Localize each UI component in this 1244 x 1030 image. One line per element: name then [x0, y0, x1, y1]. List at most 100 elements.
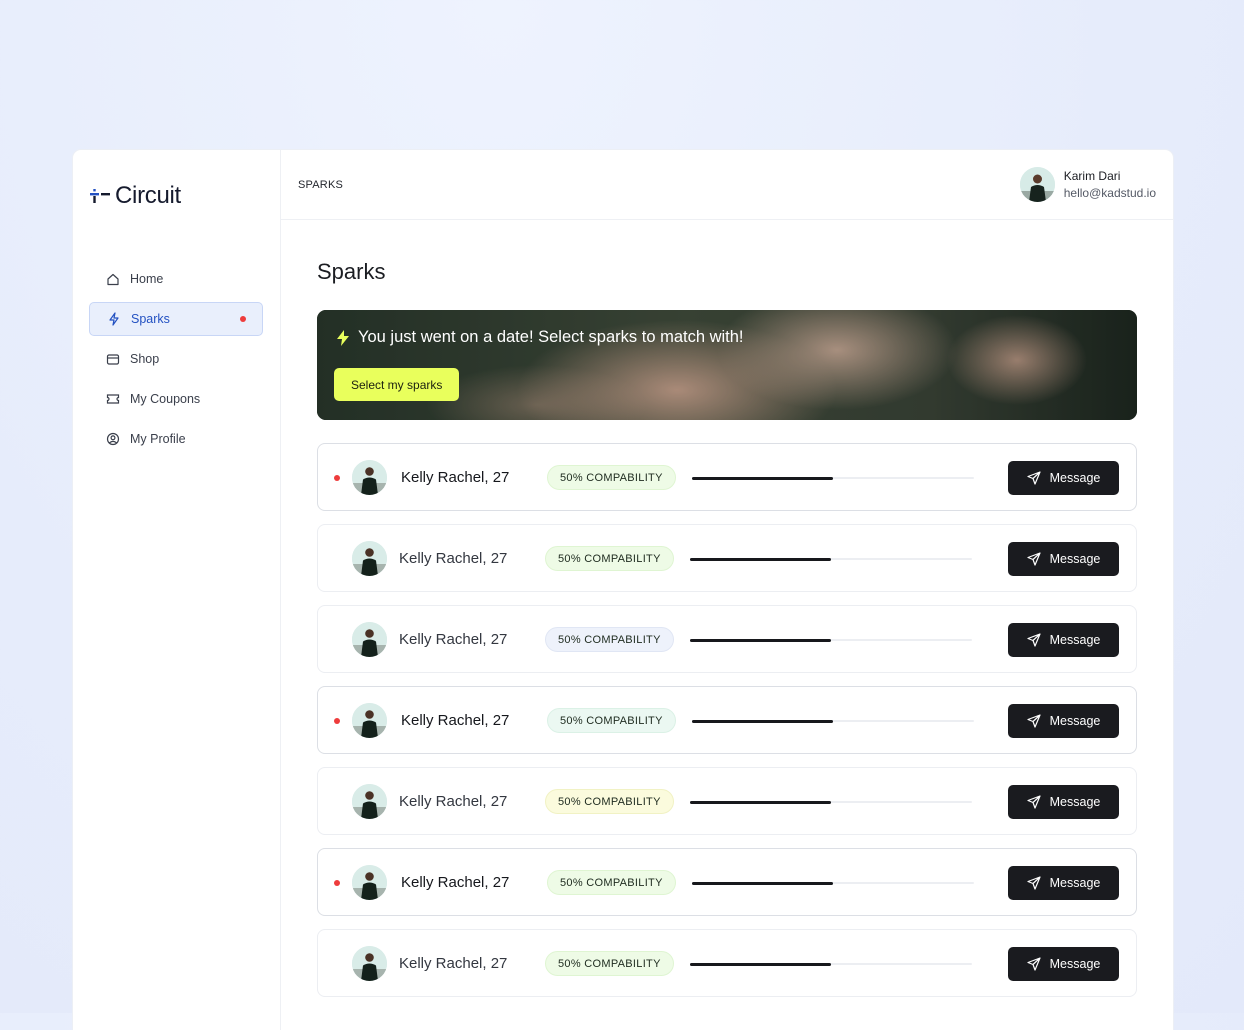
compatibility-bar: [692, 476, 974, 480]
compatibility-bar: [690, 638, 972, 642]
coupon-icon: [106, 394, 120, 404]
message-button-label: Message: [1049, 552, 1101, 566]
logo-icon: [90, 189, 110, 203]
home-icon: [107, 273, 119, 286]
message-button[interactable]: Message: [1008, 623, 1119, 657]
spark-row[interactable]: Kelly Rachel, 27 50% COMPABILITY Message: [317, 524, 1137, 592]
match-avatar: [352, 541, 387, 576]
breadcrumb: SPARKS: [298, 179, 344, 191]
compatibility-bar-fill: [690, 962, 831, 966]
spark-row[interactable]: Kelly Rachel, 27 50% COMPABILITY Message: [317, 686, 1137, 754]
compatibility-badge: 50% COMPABILITY: [545, 951, 674, 976]
banner-text: You just went on a date! Select sparks t…: [358, 328, 744, 346]
top-bar: SPARKS Karim Dari hello@kadstud.io: [281, 150, 1173, 220]
compatibility-bar-fill: [690, 638, 831, 642]
unread-dot: [334, 880, 340, 886]
compatibility-badge: 50% COMPABILITY: [545, 627, 674, 652]
send-icon: [1027, 876, 1041, 890]
sidebar-item-label: Sparks: [131, 312, 170, 326]
match-avatar: [352, 460, 387, 495]
select-sparks-button[interactable]: Select my sparks: [334, 368, 460, 401]
compatibility-badge: 50% COMPABILITY: [547, 708, 676, 733]
sidebar-item-my-coupons[interactable]: My Coupons: [89, 382, 263, 416]
message-button-label: Message: [1049, 714, 1101, 728]
shop-icon: [106, 354, 120, 365]
sidebar-item-my-profile[interactable]: My Profile: [89, 422, 263, 456]
page-title: Sparks: [317, 259, 386, 284]
spark-row[interactable]: Kelly Rachel, 27 50% COMPABILITY Message: [317, 929, 1137, 997]
spark-row[interactable]: Kelly Rachel, 27 50% COMPABILITY Message: [317, 848, 1137, 916]
send-icon: [1027, 552, 1041, 566]
send-icon: [1027, 633, 1041, 647]
sidebar-item-sparks[interactable]: Sparks: [89, 302, 263, 336]
compatibility-bar: [690, 962, 972, 966]
compatibility-badge: 50% COMPABILITY: [547, 870, 676, 895]
send-icon: [1027, 471, 1041, 485]
compatibility-bar-fill: [690, 800, 831, 804]
send-icon: [1027, 795, 1041, 809]
compatibility-badge: 50% COMPABILITY: [547, 465, 676, 490]
match-name: Kelly Rachel, 27: [401, 874, 510, 891]
match-avatar: [352, 946, 387, 981]
date-banner: You just went on a date! Select sparks t…: [317, 310, 1137, 420]
send-icon: [1027, 714, 1041, 728]
compatibility-bar-fill: [692, 881, 833, 885]
unread-dot: [334, 475, 340, 481]
match-avatar: [352, 622, 387, 657]
send-icon: [1027, 957, 1041, 971]
sidebar-item-home[interactable]: Home: [89, 262, 263, 296]
message-button[interactable]: Message: [1008, 785, 1119, 819]
message-button-label: Message: [1049, 957, 1101, 971]
profile-icon: [106, 432, 120, 446]
sidebar-item-label: My Coupons: [130, 392, 201, 406]
compatibility-bar-fill: [690, 557, 831, 561]
message-button-label: Message: [1049, 795, 1101, 809]
match-name: Kelly Rachel, 27: [401, 712, 510, 729]
compatibility-bar: [690, 557, 972, 561]
user-avatar: [1019, 167, 1055, 202]
sidebar-item-label: Shop: [130, 352, 160, 366]
user-name: Karim Dari: [1063, 169, 1121, 183]
spark-row[interactable]: Kelly Rachel, 27 50% COMPABILITY Message: [317, 767, 1137, 835]
compatibility-bar: [690, 800, 972, 804]
match-name: Kelly Rachel, 27: [399, 631, 508, 648]
sidebar-item-label: My Profile: [130, 432, 186, 446]
match-avatar: [352, 865, 387, 900]
spark-row[interactable]: Kelly Rachel, 27 50% COMPABILITY Message: [317, 605, 1137, 673]
message-button[interactable]: Message: [1008, 866, 1119, 900]
spark-row[interactable]: Kelly Rachel, 27 50% COMPABILITY Message: [317, 443, 1137, 511]
sparks-list: Kelly Rachel, 27 50% COMPABILITY Message Ke…: [317, 443, 1137, 1010]
match-avatar: [352, 703, 387, 738]
message-button[interactable]: Message: [1008, 461, 1119, 495]
message-button-label: Message: [1049, 633, 1101, 647]
compatibility-badge: 50% COMPABILITY: [545, 546, 674, 571]
user-email: hello@kadstud.io: [1063, 186, 1156, 200]
sidebar-item-label: Home: [130, 272, 164, 286]
match-name: Kelly Rachel, 27: [401, 469, 510, 486]
user-menu[interactable]: Karim Dari hello@kadstud.io: [1019, 167, 1156, 202]
unread-dot: [334, 718, 340, 724]
logo-text: Circuit: [115, 182, 181, 209]
compatibility-bar-fill: [692, 476, 833, 480]
logo[interactable]: Circuit: [90, 182, 181, 210]
lightning-icon: [337, 329, 349, 346]
match-name: Kelly Rachel, 27: [399, 550, 508, 567]
compatibility-bar: [692, 719, 974, 723]
message-button[interactable]: Message: [1008, 542, 1119, 576]
sidebar: Circuit Home Sparks Shop My Coupons My Profi…: [73, 150, 281, 1030]
notification-dot: [240, 316, 246, 322]
spark-icon: [109, 312, 119, 326]
sidebar-nav: Home Sparks Shop My Coupons My Profile: [89, 262, 263, 462]
message-button[interactable]: Message: [1008, 947, 1119, 981]
banner-message: You just went on a date! Select sparks t…: [337, 328, 744, 347]
app-window: Circuit Home Sparks Shop My Coupons My Profi…: [73, 150, 1173, 1030]
compatibility-bar-fill: [692, 719, 833, 723]
sidebar-item-shop[interactable]: Shop: [89, 342, 263, 376]
banner-background-image: [317, 310, 1137, 420]
message-button-label: Message: [1049, 471, 1101, 485]
match-name: Kelly Rachel, 27: [399, 955, 508, 972]
match-avatar: [352, 784, 387, 819]
message-button[interactable]: Message: [1008, 704, 1119, 738]
compatibility-bar: [692, 881, 974, 885]
compatibility-badge: 50% COMPABILITY: [545, 789, 674, 814]
